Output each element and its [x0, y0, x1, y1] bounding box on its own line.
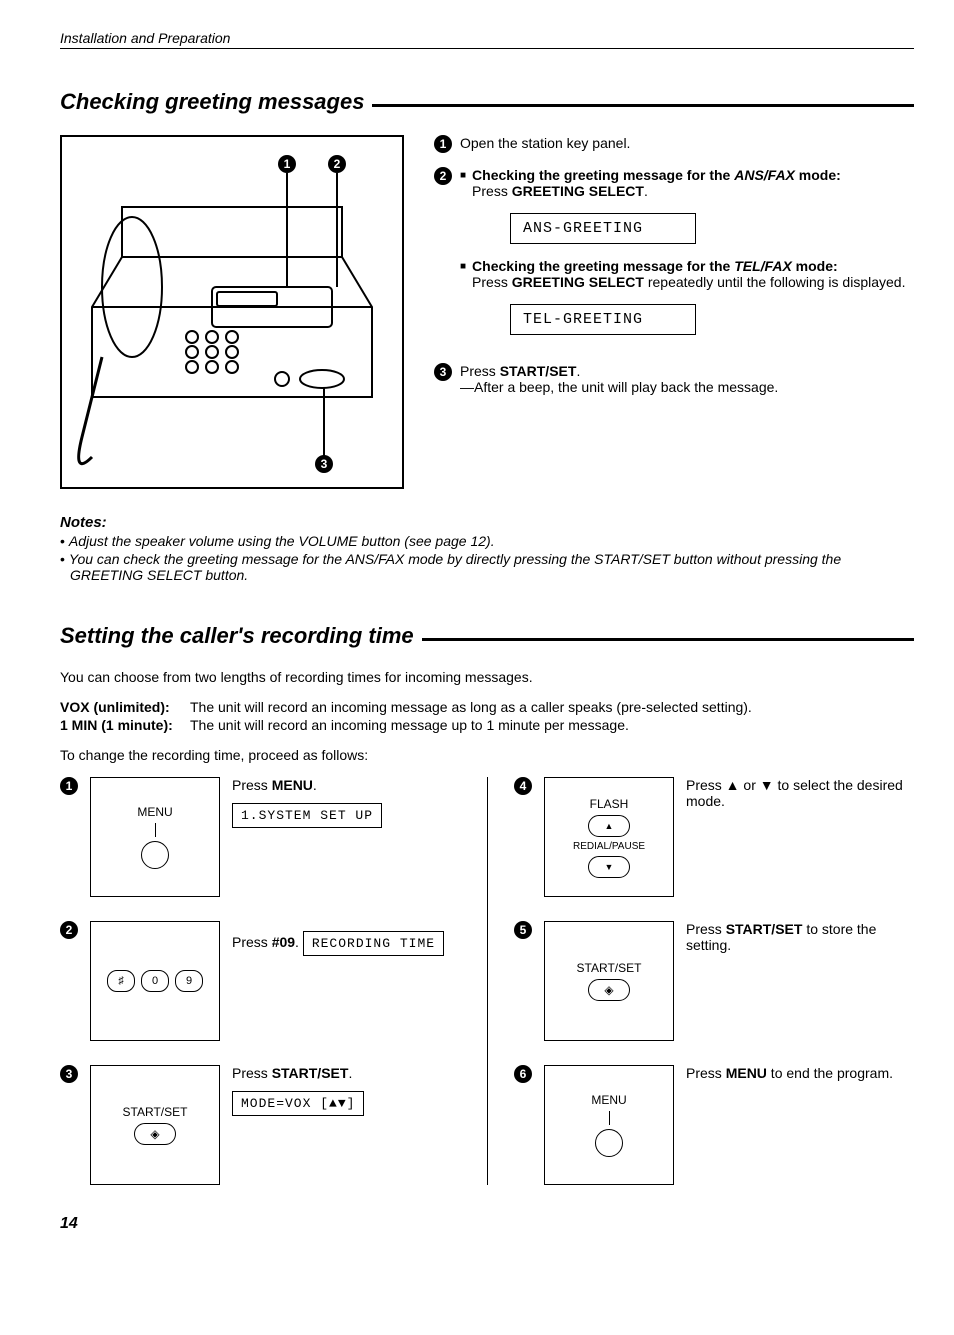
flash-label: FLASH [590, 797, 629, 811]
triangle-up-icon [605, 820, 614, 832]
section2-title: Setting the caller's recording time [60, 623, 914, 649]
circle-button-icon [141, 841, 169, 869]
startset-box: START/SET [544, 921, 674, 1041]
fax-machine-illustration: 1 2 3 [60, 135, 404, 489]
bullet-icon: ■ [460, 167, 466, 199]
diamond-icon [150, 1127, 159, 1141]
def-desc: The unit will record an incoming message… [190, 717, 629, 733]
section1-rule [372, 104, 914, 107]
section2-rule [422, 638, 914, 641]
lcd-system-setup: 1.SYSTEM SET UP [232, 803, 382, 828]
note-item: Adjust the speaker volume using the VOLU… [60, 533, 914, 549]
grid-num-3: 3 [60, 1065, 78, 1083]
section1-steps: 1 Open the station key panel. 2 ■ Checki… [434, 135, 914, 489]
callout-2: 2 [328, 155, 346, 173]
note-item: You can check the greeting message for t… [60, 551, 914, 583]
page-number: 14 [60, 1215, 914, 1233]
grid-num-1: 1 [60, 777, 78, 795]
triangle-down-icon [605, 861, 614, 873]
vertical-divider [487, 777, 488, 1185]
instr-3: Press START/SET. MODE=VOX [▲▼] [232, 1065, 460, 1116]
grid-num-4: 4 [514, 777, 532, 795]
oval-button-icon [588, 815, 630, 837]
instr-1: Press MENU. 1.SYSTEM SET UP [232, 777, 460, 828]
lcd-recording-time: RECORDING TIME [303, 931, 444, 956]
grid-num-6: 6 [514, 1065, 532, 1083]
oval-button-icon [134, 1123, 176, 1145]
grid-num-2: 2 [60, 921, 78, 939]
bullet-icon: ■ [460, 258, 466, 290]
section1-title: Checking greeting messages [60, 89, 914, 115]
keypad-box: ♯ 0 9 [90, 921, 220, 1041]
startset-box: START/SET [90, 1065, 220, 1185]
lcd-mode-vox: MODE=VOX [▲▼] [232, 1091, 364, 1116]
instr-4: Press ▲ or ▼ to select the desired mode. [686, 777, 914, 809]
grid-num-5: 5 [514, 921, 532, 939]
callout-3: 3 [315, 455, 333, 473]
def-term: 1 MIN (1 minute): [60, 717, 190, 733]
fax-svg [62, 137, 402, 487]
oval-button-icon [588, 979, 630, 1001]
menu-label: MENU [137, 805, 172, 819]
notes-list: Adjust the speaker volume using the VOLU… [60, 533, 914, 583]
flash-redial-box: FLASH REDIAL/PAUSE [544, 777, 674, 897]
section1-title-text: Checking greeting messages [60, 89, 364, 115]
step1-text: Open the station key panel. [460, 135, 914, 153]
menu-button-box: MENU [90, 777, 220, 897]
key-hash: ♯ [107, 970, 135, 992]
section2-intro2: To change the recording time, proceed as… [60, 747, 914, 763]
instr-6: Press MENU to end the program. [686, 1065, 914, 1081]
step1-num: 1 [434, 135, 452, 153]
step2-num: 2 [434, 167, 452, 185]
menu-button-box: MENU [544, 1065, 674, 1185]
diamond-icon [604, 983, 613, 997]
circle-button-icon [595, 1129, 623, 1157]
callout-1: 1 [278, 155, 296, 173]
lcd-ans-greeting: ANS-GREETING [510, 213, 696, 244]
definitions: VOX (unlimited): The unit will record an… [60, 699, 914, 733]
section2-intro: You can choose from two lengths of recor… [60, 669, 914, 685]
key-9: 9 [175, 970, 203, 992]
def-desc: The unit will record an incoming message… [190, 699, 752, 715]
startset-label: START/SET [123, 1105, 188, 1119]
instr-2: Press #09. RECORDING TIME [232, 921, 460, 956]
step3-num: 3 [434, 363, 452, 381]
notes-heading: Notes: [60, 514, 914, 531]
step3-text: Press START/SET. —After a beep, the unit… [460, 363, 914, 395]
step2a-text: Checking the greeting message for the AN… [472, 167, 841, 199]
def-term: VOX (unlimited): [60, 699, 190, 715]
startset-label: START/SET [577, 961, 642, 975]
lcd-tel-greeting: TEL-GREETING [510, 304, 696, 335]
menu-label: MENU [591, 1093, 626, 1107]
page-header: Installation and Preparation [60, 30, 914, 49]
key-0: 0 [141, 970, 169, 992]
redial-label: REDIAL/PAUSE [573, 841, 645, 852]
instr-5: Press START/SET to store the setting. [686, 921, 914, 953]
step2b-text: Checking the greeting message for the TE… [472, 258, 905, 290]
oval-button-icon [588, 856, 630, 878]
section2-title-text: Setting the caller's recording time [60, 623, 414, 649]
